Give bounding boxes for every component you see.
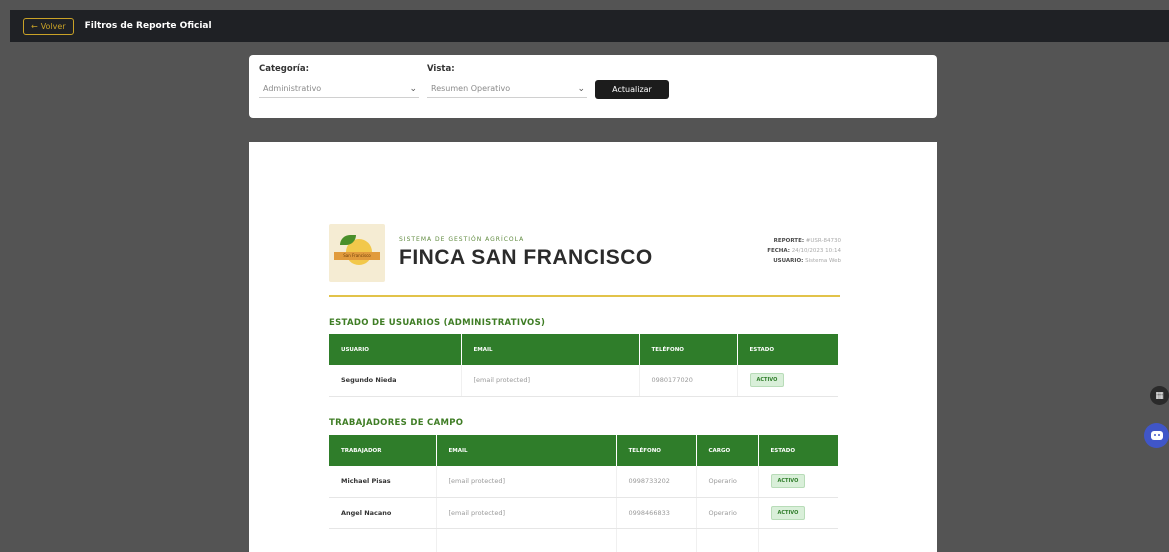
worker-status-cell: ACTIVO	[758, 497, 838, 529]
users-section-title: ESTADO DE USUARIOS (ADMINISTRATIVOS)	[329, 318, 546, 328]
table-header-row: TRABAJADOR EMAIL TELÉFONO CARGO ESTADO	[329, 435, 838, 466]
status-badge: ACTIVO	[770, 474, 806, 489]
header-divider	[329, 295, 840, 297]
column-header: TRABAJADOR	[329, 435, 437, 466]
meta-key: FECHA:	[767, 248, 790, 254]
category-select[interactable]: Administrativo ⌄	[259, 80, 419, 98]
report-meta: REPORTE: #USR-84730 FECHA: 24/10/2023 10…	[767, 236, 841, 266]
table-row: Angel Nacano [email protected] 099846683…	[329, 497, 838, 529]
worker-role	[696, 528, 759, 552]
page-title: Filtros de Reporte Oficial	[84, 21, 212, 31]
view-select[interactable]: Resumen Operativo ⌄	[427, 80, 587, 98]
chat-bot-button[interactable]	[1144, 423, 1169, 448]
chevron-down-icon: ⌄	[409, 83, 417, 94]
column-header: TELÉFONO	[616, 435, 697, 466]
meta-value: 24/10/2023 10:14	[791, 248, 841, 254]
arrow-left-icon: ←	[31, 21, 38, 31]
user-phone: 0980177020	[639, 365, 738, 397]
column-header: ESTADO	[758, 435, 838, 466]
worker-role: Operario	[696, 497, 759, 529]
view-label: Vista:	[427, 64, 455, 74]
worker-status-cell	[758, 528, 838, 552]
status-badge: ACTIVO	[770, 505, 806, 520]
meta-key: REPORTE:	[773, 238, 805, 244]
farm-title: FINCA SAN FRANCISCO	[399, 246, 653, 269]
worker-email: [email protected]	[436, 466, 617, 498]
worker-phone: 0998733202	[616, 466, 697, 498]
users-table: USUARIO EMAIL TELÉFONO ESTADO Segundo Ni…	[329, 334, 838, 397]
view-select-value: Resumen Operativo	[431, 84, 511, 93]
category-select-value: Administrativo	[263, 84, 322, 93]
workers-table: TRABAJADOR EMAIL TELÉFONO CARGO ESTADO M…	[329, 435, 838, 552]
worker-status-cell: ACTIVO	[758, 466, 838, 498]
column-header: TELÉFONO	[639, 334, 738, 365]
worker-email	[436, 528, 617, 552]
meta-key: USUARIO:	[773, 258, 804, 264]
column-header: EMAIL	[436, 435, 617, 466]
worker-name: Michael Pisas	[329, 466, 437, 498]
category-label: Categoría:	[259, 64, 309, 74]
chevron-down-icon: ⌄	[577, 83, 585, 94]
worker-role: Operario	[696, 466, 759, 498]
column-header: USUARIO	[329, 334, 462, 365]
user-email: [email protected]	[461, 365, 640, 397]
table-header-row: USUARIO EMAIL TELÉFONO ESTADO	[329, 334, 838, 365]
table-row: Michael Pisas [email protected] 09987332…	[329, 466, 838, 498]
filters-panel: Categoría: Administrativo ⌄ Vista: Resum…	[249, 55, 937, 118]
workers-section-title: TRABAJADORES DE CAMPO	[329, 418, 464, 428]
worker-email: [email protected]	[436, 497, 617, 529]
system-label: SISTEMA DE GESTIÓN AGRÍCOLA	[399, 236, 525, 243]
logo-text: San Francisco	[334, 252, 380, 260]
worker-name	[329, 528, 437, 552]
meta-value: Sistema Web	[805, 258, 841, 264]
user-status-cell: ACTIVO	[737, 365, 838, 397]
top-bar: ← Volver Filtros de Reporte Oficial	[10, 10, 1169, 42]
column-header: CARGO	[696, 435, 759, 466]
user-name: Segundo Nieda	[329, 365, 462, 397]
report-paper: San Francisco SISTEMA DE GESTIÓN AGRÍCOL…	[249, 142, 937, 552]
grid-icon[interactable]: ▦	[1150, 386, 1169, 405]
worker-name: Angel Nacano	[329, 497, 437, 529]
back-button-label: Volver	[40, 21, 66, 31]
meta-value: #USR-84730	[805, 238, 841, 244]
worker-phone	[616, 528, 697, 552]
chat-bot-icon	[1150, 431, 1163, 440]
table-row	[329, 528, 838, 552]
table-row: Segundo Nieda [email protected] 09801770…	[329, 365, 838, 397]
update-button[interactable]: Actualizar	[595, 80, 669, 99]
status-badge: ACTIVO	[749, 373, 785, 388]
worker-phone: 0998466833	[616, 497, 697, 529]
farm-logo: San Francisco	[329, 224, 385, 282]
column-header: EMAIL	[461, 334, 640, 365]
column-header: ESTADO	[737, 334, 838, 365]
back-button[interactable]: ← Volver	[23, 17, 74, 35]
